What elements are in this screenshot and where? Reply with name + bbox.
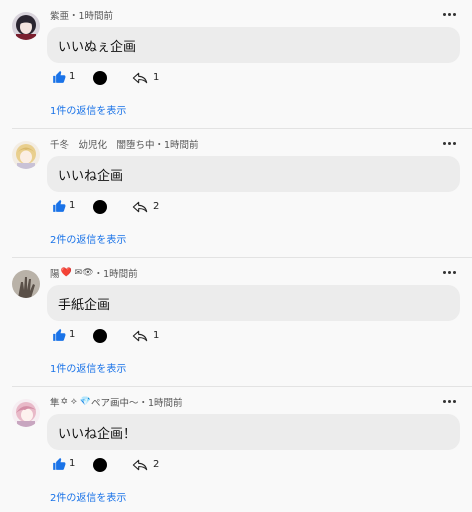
thumbs-up-icon: [53, 457, 66, 470]
reply-arrow-icon: [132, 72, 148, 84]
reply-count: 1: [153, 72, 160, 83]
comment-item: 隼 ✡ ⟡ 💎 ペア画中〜・1時間前 いいね企画！ 1 2 2件の返信を表示: [0, 387, 472, 512]
comment-text: いいぬぇ企画: [58, 39, 137, 55]
comment-feed: 紫亜 ・1時間前 いいぬぇ企画 1 1 1件の返信を表示 千冬 幼児化 闇堕ち中…: [0, 0, 472, 512]
pink-hair-avatar-icon: [12, 399, 40, 427]
reply-count: 1: [153, 330, 160, 341]
reply-button[interactable]: [132, 329, 148, 343]
more-options-icon[interactable]: [442, 267, 456, 277]
author-emoji: ❤️ ✉👁: [60, 268, 94, 278]
comment-actions: 1 2: [52, 454, 352, 476]
comment-actions: 1 1: [52, 67, 352, 89]
thumbs-up-icon: [53, 70, 66, 83]
reply-button[interactable]: [132, 71, 148, 85]
comment-text: いいね企画！: [58, 426, 137, 442]
view-replies-link[interactable]: 2件の返信を表示: [50, 489, 126, 504]
comment-header: 隼 ✡ ⟡ 💎 ペア画中〜・1時間前: [50, 395, 182, 409]
comment-header: 千冬 幼児化 闇堕ち中 ・1時間前: [50, 137, 199, 151]
reply-button[interactable]: [132, 200, 148, 214]
comment-bubble: 手紙企画: [47, 285, 460, 321]
comment-meta: ・1時間前: [69, 11, 114, 22]
comment-bubble: いいね企画！: [47, 414, 460, 450]
reply-arrow-icon: [132, 459, 148, 471]
like-count: 1: [69, 71, 76, 82]
comment-meta: ペア画中〜・1時間前: [90, 398, 183, 409]
like-button[interactable]: [52, 328, 66, 342]
reaction-dot-icon[interactable]: [93, 200, 107, 214]
comment-meta: ・1時間前: [154, 140, 199, 151]
comment-text: 手紙企画: [58, 297, 111, 313]
author-name[interactable]: 隼: [50, 395, 60, 409]
thumbs-up-icon: [53, 328, 66, 341]
comment-text: いいね企画: [58, 168, 124, 184]
like-button[interactable]: [52, 199, 66, 213]
comment-bubble: いいね企画: [47, 156, 460, 192]
dark-hair-avatar-icon: [12, 12, 40, 40]
comment-item: 陽 ❤️ ✉👁 ・1時間前 手紙企画 1 1 1件の返信を表示: [0, 258, 472, 387]
more-options-icon[interactable]: [442, 138, 456, 148]
hand-avatar-icon: [12, 270, 40, 298]
avatar[interactable]: [12, 270, 40, 298]
reply-arrow-icon: [132, 330, 148, 342]
reaction-dot-icon[interactable]: [93, 329, 107, 343]
like-count: 1: [69, 200, 76, 211]
comment-header: 陽 ❤️ ✉👁 ・1時間前: [50, 266, 138, 280]
avatar[interactable]: [12, 12, 40, 40]
reply-arrow-icon: [132, 201, 148, 213]
comment-bubble: いいぬぇ企画: [47, 27, 460, 63]
author-name[interactable]: 千冬 幼児化 闇堕ち中: [50, 137, 155, 151]
comment-actions: 1 1: [52, 325, 352, 347]
reply-count: 2: [153, 201, 160, 212]
comment-header: 紫亜 ・1時間前: [50, 8, 113, 22]
comment-item: 千冬 幼児化 闇堕ち中 ・1時間前 いいね企画 1 2 2件の返信を表示: [0, 129, 472, 258]
comment-actions: 1 2: [52, 196, 352, 218]
author-name[interactable]: 陽: [50, 266, 60, 280]
reaction-dot-icon[interactable]: [93, 458, 107, 472]
blonde-avatar-icon: [12, 141, 40, 169]
more-options-icon[interactable]: [442, 396, 456, 406]
avatar[interactable]: [12, 141, 40, 169]
view-replies-link[interactable]: 2件の返信を表示: [50, 231, 126, 246]
author-emoji: ✡ ⟡ 💎: [60, 397, 91, 407]
thumbs-up-icon: [53, 199, 66, 212]
view-replies-link[interactable]: 1件の返信を表示: [50, 102, 126, 117]
like-count: 1: [69, 458, 76, 469]
avatar[interactable]: [12, 399, 40, 427]
reply-button[interactable]: [132, 458, 148, 472]
like-count: 1: [69, 329, 76, 340]
like-button[interactable]: [52, 70, 66, 84]
comment-meta: ・1時間前: [93, 269, 138, 280]
comment-item: 紫亜 ・1時間前 いいぬぇ企画 1 1 1件の返信を表示: [0, 0, 472, 129]
like-button[interactable]: [52, 457, 66, 471]
reaction-dot-icon[interactable]: [93, 71, 107, 85]
author-name[interactable]: 紫亜: [50, 8, 69, 22]
more-options-icon[interactable]: [442, 9, 456, 19]
view-replies-link[interactable]: 1件の返信を表示: [50, 360, 126, 375]
reply-count: 2: [153, 459, 160, 470]
